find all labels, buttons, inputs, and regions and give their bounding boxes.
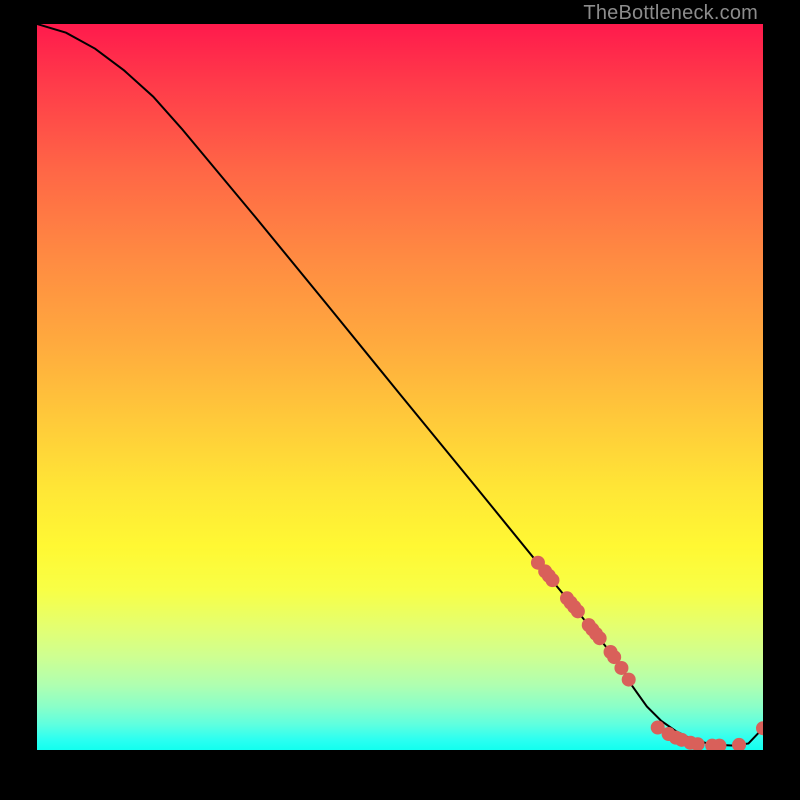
watermark-text: TheBottleneck.com [583, 2, 758, 25]
chart-stage: TheBottleneck.com [0, 0, 800, 800]
highlight-dot [732, 738, 746, 750]
highlight-dots [531, 556, 763, 750]
highlight-dot [614, 661, 628, 675]
highlight-dot [593, 631, 607, 645]
curve-layer [37, 24, 763, 750]
highlight-dot [622, 673, 636, 687]
highlight-dot [545, 573, 559, 587]
highlight-dot [571, 604, 585, 618]
plot-area [37, 24, 763, 750]
bottleneck-curve [37, 24, 763, 746]
curve-group [37, 24, 763, 746]
